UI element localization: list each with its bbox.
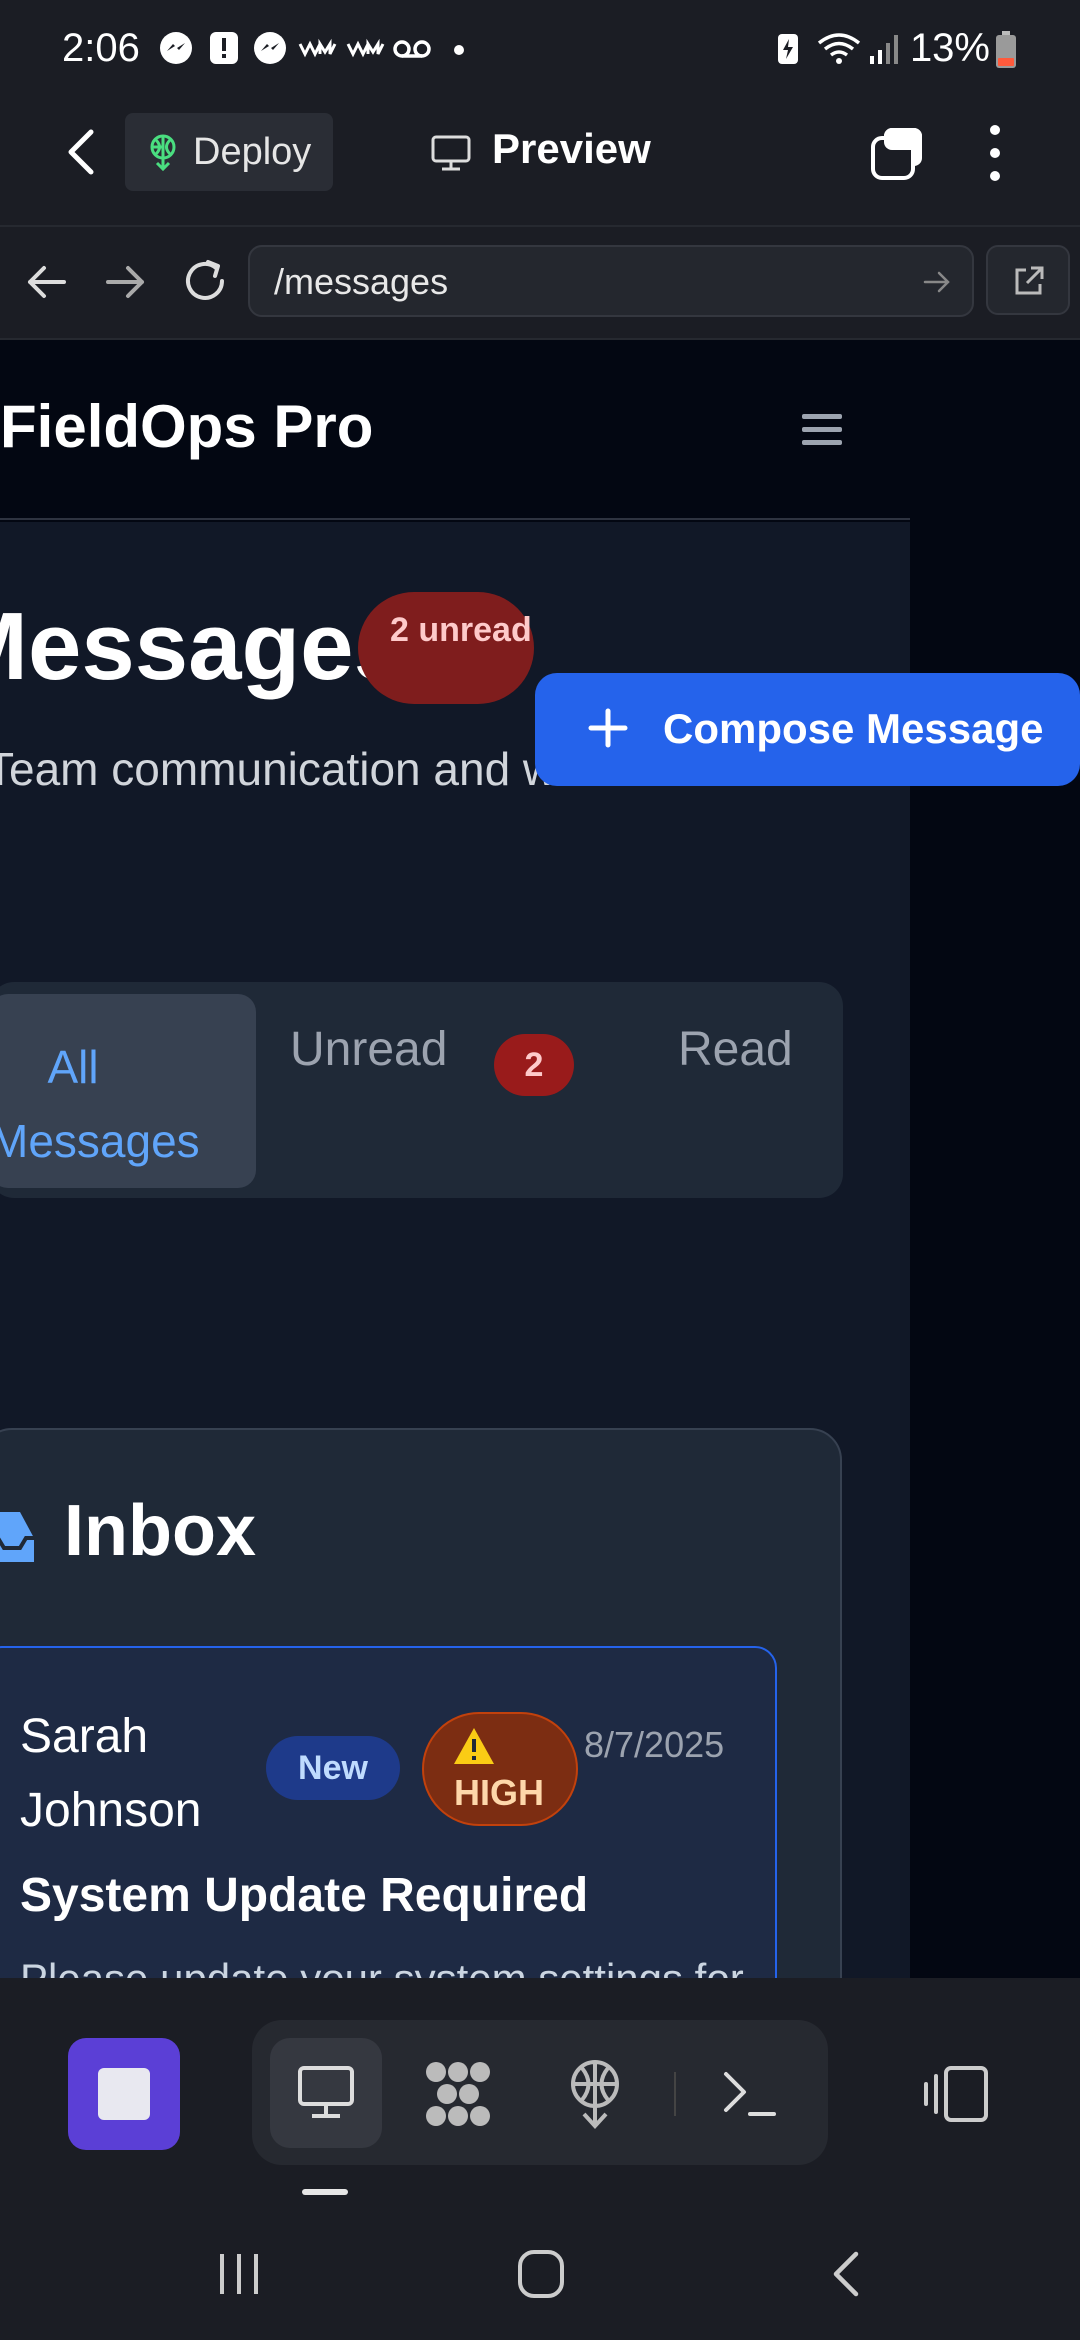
- active-tool-indicator: [302, 2189, 348, 2195]
- inbox-card: Inbox Sarah Johnson New HIGH 8/7/2025 Sy…: [0, 1428, 842, 1978]
- web-viewport: FieldOps Pro Messages 2 unread Team comm…: [0, 340, 1080, 1978]
- wifi-icon: [817, 33, 861, 64]
- recent-apps-icon[interactable]: [216, 2250, 262, 2298]
- url-input[interactable]: /messages: [248, 245, 974, 317]
- deploy-icon[interactable]: [564, 2058, 626, 2130]
- battery-percent: 13%: [909, 26, 990, 70]
- compose-label: Compose Message: [663, 705, 1044, 752]
- stop-button[interactable]: [68, 2038, 180, 2150]
- inbox-title: Inbox: [64, 1491, 256, 1571]
- status-time: 2:06: [62, 26, 140, 70]
- url-text: /messages: [274, 261, 449, 302]
- message-subject: System Update Required: [20, 1869, 589, 1922]
- tool-switcher: [252, 2020, 828, 2165]
- alert-icon: [210, 32, 238, 64]
- monitor-icon: [298, 2066, 354, 2118]
- device-switch-icon[interactable]: [920, 2064, 992, 2124]
- apps-icon[interactable]: [422, 2058, 494, 2130]
- external-link-icon: [1015, 266, 1044, 295]
- compose-message-button[interactable]: Compose Message: [535, 673, 1080, 786]
- brand-name[interactable]: FieldOps Pro: [0, 392, 373, 461]
- warning-icon: [454, 1728, 494, 1764]
- voicemail-icon: [393, 40, 431, 58]
- priority-badge: HIGH: [422, 1712, 578, 1826]
- messenger-icon: [160, 32, 192, 64]
- deploy-button[interactable]: Deploy: [125, 113, 333, 191]
- menu-icon[interactable]: [800, 410, 844, 450]
- message-date: 8/7/2025: [584, 1724, 725, 1765]
- messenger-icon: [254, 32, 286, 64]
- dot-icon: [454, 45, 464, 55]
- wm-icon: [298, 38, 337, 58]
- terminal-icon[interactable]: [722, 2068, 778, 2120]
- deploy-icon: [150, 134, 176, 171]
- browser-forward-icon[interactable]: [100, 258, 152, 306]
- priority-label: HIGH: [454, 1772, 544, 1813]
- monitor-icon: [431, 135, 471, 171]
- open-external-button[interactable]: [986, 245, 1070, 315]
- go-arrow-icon[interactable]: [922, 267, 952, 297]
- message-preview: Please update your system settings for t…: [20, 1948, 760, 1978]
- site-header: FieldOps Pro: [0, 340, 910, 520]
- message-sender: Sarah Johnson: [20, 1710, 202, 1837]
- system-back-icon[interactable]: [826, 2248, 866, 2300]
- signal-icon: [870, 35, 898, 64]
- battery-saver-icon: [778, 34, 798, 64]
- preview-tool-button[interactable]: [270, 2038, 382, 2148]
- plus-icon: [588, 708, 628, 748]
- tab-all-messages[interactable]: All Messages: [0, 994, 256, 1188]
- deploy-label: Deploy: [193, 131, 312, 173]
- tab-read[interactable]: Read: [678, 1022, 793, 1077]
- page-subtitle: Team communication and work order discus…: [0, 743, 991, 795]
- message-item[interactable]: Sarah Johnson New HIGH 8/7/2025 System U…: [0, 1646, 777, 1978]
- stop-icon: [98, 2068, 150, 2120]
- battery-icon: [996, 31, 1016, 68]
- preview-tab-label[interactable]: Preview: [492, 125, 651, 173]
- tab-unread[interactable]: Unread: [290, 1022, 447, 1077]
- reload-icon[interactable]: [178, 254, 232, 308]
- new-badge: New: [266, 1736, 400, 1800]
- message-filter-tabs: All Messages Unread 2 Read: [0, 982, 843, 1198]
- wm-icon: [346, 38, 385, 58]
- toolbar-divider: [674, 2072, 676, 2116]
- home-icon[interactable]: [516, 2248, 566, 2300]
- page-title: Messages: [0, 593, 407, 700]
- more-options-icon[interactable]: [980, 120, 1010, 186]
- inbox-icon: [0, 1512, 34, 1562]
- unread-count-badge: 2: [494, 1034, 574, 1096]
- back-arrow-icon[interactable]: [55, 120, 111, 184]
- tabs-icon[interactable]: [868, 124, 928, 184]
- browser-back-icon[interactable]: [20, 258, 72, 306]
- tab-all-label: All Messages: [0, 1041, 200, 1167]
- unread-badge: 2 unread: [358, 592, 534, 704]
